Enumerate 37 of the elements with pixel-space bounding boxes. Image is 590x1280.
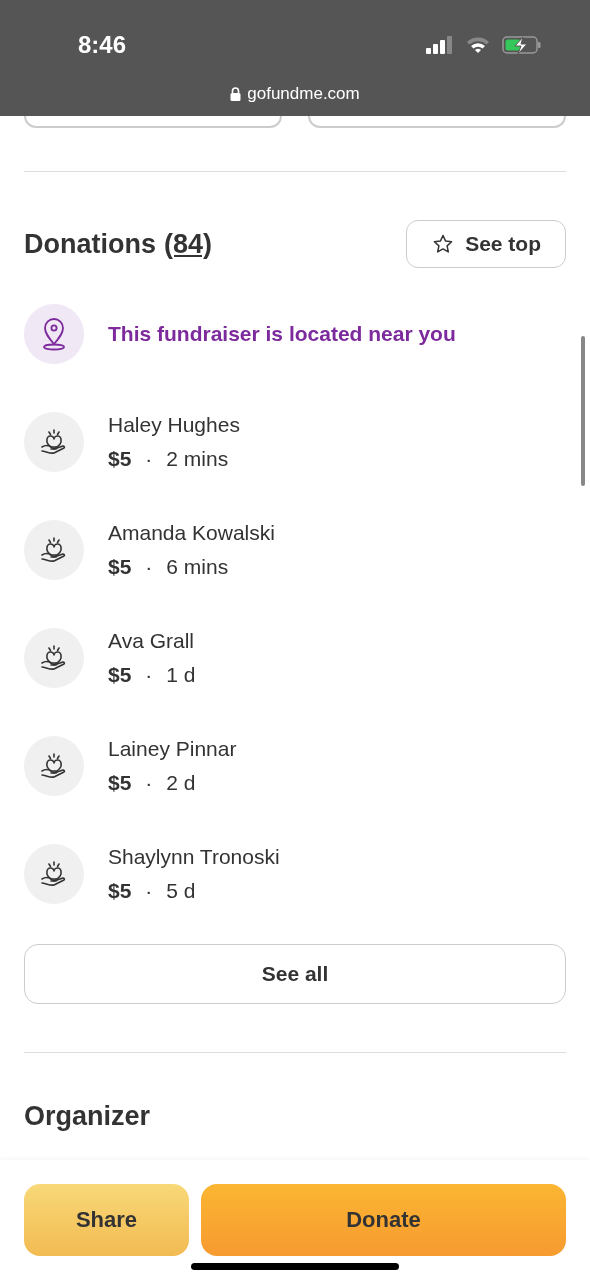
donor-name: Ava Grall — [108, 629, 195, 653]
see-top-button[interactable]: See top — [406, 220, 566, 268]
wifi-icon — [466, 36, 490, 54]
donation-amount: $5 — [108, 555, 132, 579]
location-pin-icon — [40, 317, 68, 351]
separator-dot: · — [145, 555, 153, 579]
donate-button[interactable]: Donate — [201, 1184, 566, 1256]
location-note: This fundraiser is located near you — [108, 322, 456, 346]
separator-dot: · — [145, 771, 153, 795]
donation-amount: $5 — [108, 879, 132, 903]
donation-time: 6 mins — [166, 555, 229, 579]
section-title: Organizer — [24, 1100, 152, 1132]
donation-amount: $5 — [108, 771, 132, 795]
card-button[interactable] — [24, 116, 282, 128]
donation-time: 1 d — [166, 663, 196, 687]
separator-dot: · — [145, 879, 153, 903]
donor-name: Lainey Pinnar — [108, 737, 237, 761]
donor-name: Amanda Kowalski — [108, 521, 275, 545]
signal-icon — [426, 35, 454, 55]
donor-name: Shaylynn Tronoski — [108, 845, 280, 869]
share-button[interactable]: Share — [24, 1184, 189, 1256]
card-button[interactable] — [308, 116, 566, 128]
url-text: gofundme.com — [247, 84, 360, 104]
section-title: Donations (84) — [24, 228, 212, 260]
donation-amount: $5 — [108, 663, 132, 687]
separator-dot: · — [145, 447, 153, 471]
star-icon — [433, 234, 454, 254]
lock-icon — [230, 87, 242, 101]
donation-time: 5 d — [166, 879, 196, 903]
status-time: 8:46 — [78, 31, 127, 59]
donation-time: 2 d — [166, 771, 196, 795]
separator-dot: · — [145, 663, 153, 687]
see-all-button[interactable]: See all — [24, 944, 566, 1004]
donor-name: Haley Hughes — [108, 413, 240, 437]
battery-icon — [502, 35, 542, 55]
donation-time: 2 mins — [166, 447, 229, 471]
donation-amount: $5 — [108, 447, 132, 471]
